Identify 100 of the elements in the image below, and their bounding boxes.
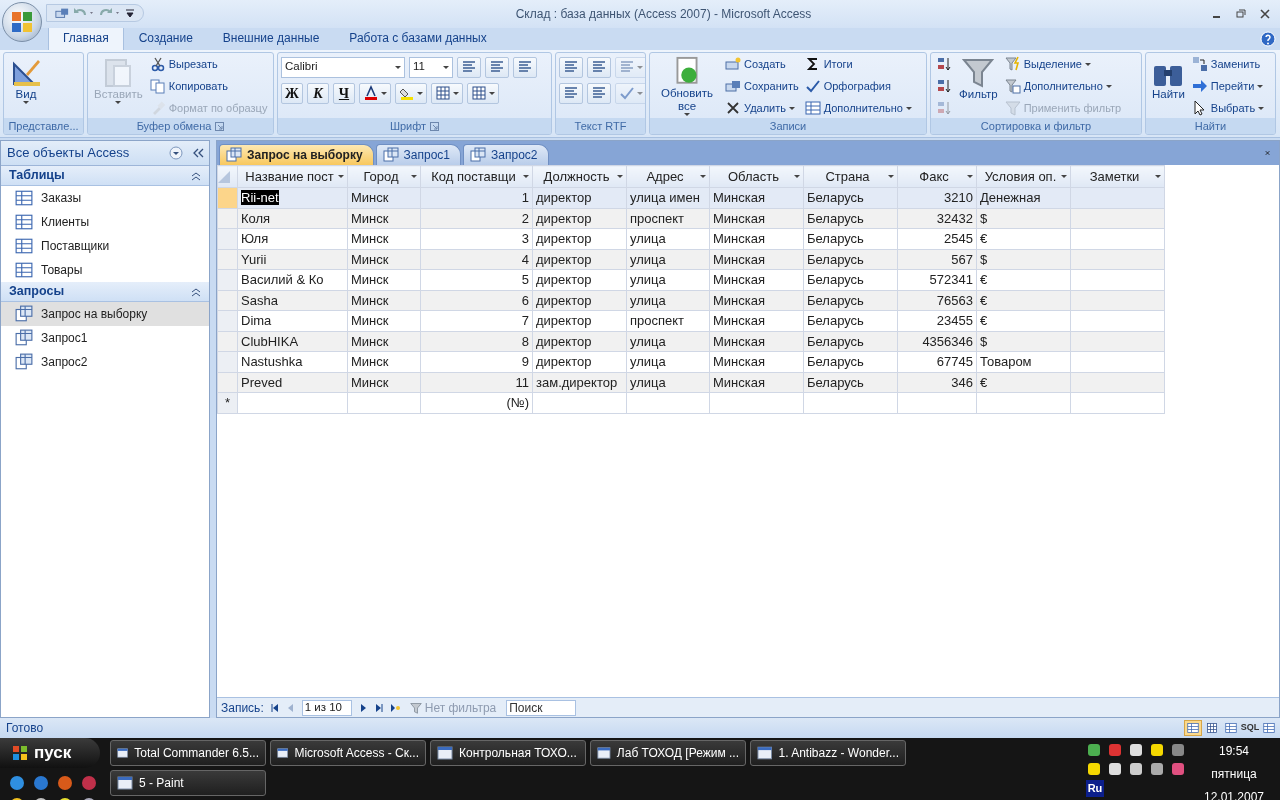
window-icon [597, 745, 611, 761]
taskbar-button[interactable]: Total Commander 6.5... [110, 740, 266, 766]
column-header[interactable]: Область [709, 165, 804, 188]
app-icon[interactable] [32, 774, 50, 792]
ribbon-button[interactable]: Итоги [802, 54, 914, 74]
navigation-item[interactable]: Запрос на выборку [1, 302, 209, 326]
ribbon-button[interactable]: Перейти [1189, 76, 1267, 96]
column-header[interactable]: Факс [897, 165, 977, 188]
document-tab[interactable]: Запрос1 [375, 144, 462, 165]
view-button[interactable] [1260, 720, 1278, 736]
launcher-icon[interactable] [215, 121, 225, 131]
taskbar-button[interactable]: 1. Antibazz - Wonder... [750, 740, 906, 766]
first-record-icon[interactable] [269, 702, 280, 713]
column-header[interactable]: Должность [532, 165, 627, 188]
view-button[interactable] [1222, 720, 1240, 736]
record-position-field[interactable]: 1 из 10 [301, 699, 352, 716]
caret-icon [700, 175, 706, 178]
caret-icon [794, 175, 800, 178]
format-button[interactable] [395, 82, 427, 104]
document-tab[interactable]: Запрос на выборку [219, 144, 374, 165]
search-field[interactable]: Поиск [506, 699, 577, 716]
navigation-item[interactable]: Клиенты [1, 210, 209, 234]
tray-icon[interactable] [1149, 761, 1165, 777]
tray-icon[interactable] [1107, 761, 1123, 777]
chevron-icon [191, 170, 201, 181]
italic-button[interactable]: К [307, 82, 329, 104]
close-icon[interactable] [1260, 9, 1270, 19]
ribbon-tab[interactable]: Работа с базами данных [334, 25, 502, 50]
taskbar-button[interactable]: 5 - Paint [110, 770, 266, 796]
ribbon-button[interactable]: Фильтр [956, 54, 1001, 118]
column-header[interactable]: Условия оп. [976, 165, 1071, 188]
ribbon-button[interactable]: Дополнительно [802, 98, 914, 118]
help-icon[interactable] [1260, 31, 1276, 47]
format-button[interactable] [467, 82, 499, 104]
ribbon-button[interactable]: Найти [1149, 54, 1188, 118]
ribbon-button[interactable]: Сохранить [723, 76, 801, 96]
new-record-icon[interactable] [389, 702, 400, 713]
navigation-item[interactable]: Поставщики [1, 234, 209, 258]
language-indicator[interactable]: Ru [1086, 780, 1104, 797]
section-header[interactable]: Запросы [1, 282, 209, 302]
format-button[interactable] [359, 82, 391, 104]
navigation-item[interactable]: Запрос2 [1, 350, 209, 374]
ribbon-button[interactable]: Выделение [1002, 54, 1124, 74]
column-header[interactable]: Код поставщи [420, 165, 533, 188]
launcher-icon[interactable] [430, 121, 440, 131]
grid-icon [435, 85, 451, 101]
office-button[interactable] [2, 2, 42, 42]
view-button[interactable] [1184, 720, 1202, 736]
font-combo[interactable]: Calibri [281, 56, 405, 78]
navigation-item[interactable]: Заказы [1, 186, 209, 210]
column-header[interactable]: Заметки [1070, 165, 1165, 188]
app-icon[interactable] [80, 774, 98, 792]
collapse-icon[interactable] [191, 147, 205, 159]
ribbon-tab[interactable]: Создание [123, 25, 208, 50]
app-icon[interactable] [8, 774, 26, 792]
section-header[interactable]: Таблицы [1, 166, 209, 186]
ribbon-button[interactable]: Заменить [1189, 54, 1267, 74]
ribbon-button[interactable]: Орфография [802, 76, 914, 96]
navigation-item[interactable]: Товары [1, 258, 209, 282]
document-tab[interactable]: Запрос2 [463, 144, 549, 165]
taskbar-button[interactable]: Лаб ТОХОД [Режим ... [590, 740, 746, 766]
column-header[interactable]: Страна [803, 165, 898, 188]
ribbon-button[interactable]: Создать [723, 54, 801, 74]
ribbon-button[interactable]: Удалить [723, 98, 801, 118]
view-button[interactable]: SQL [1241, 720, 1259, 736]
taskbar-button[interactable]: Контрольная ТОХО... [430, 740, 586, 766]
underline-button[interactable]: Ч [333, 82, 355, 104]
group-label: Шрифт [389, 119, 427, 134]
taskbar-button[interactable]: Microsoft Access - Ск... [270, 740, 426, 766]
ribbon-tab[interactable]: Внешние данные [207, 25, 335, 50]
column-header[interactable]: Адрес [626, 165, 710, 188]
app-icon[interactable] [56, 774, 74, 792]
ribbon-button[interactable]: Вид [7, 54, 45, 118]
table-cell: 23455 [897, 310, 977, 331]
font-combo[interactable]: 11 [409, 56, 453, 78]
tray-icon[interactable] [1086, 761, 1102, 777]
ribbon-button[interactable]: Копировать [147, 76, 270, 96]
column-header[interactable]: Город [347, 165, 421, 188]
scissors-icon [149, 56, 166, 72]
restore-icon[interactable] [1236, 9, 1246, 19]
ribbon-button[interactable]: Обновить все [653, 54, 721, 118]
dropdown-icon[interactable] [169, 146, 183, 160]
save-record-icon [725, 78, 741, 94]
ribbon-button[interactable]: Выбрать [1189, 98, 1267, 118]
tray-icon[interactable] [1149, 742, 1165, 758]
new-row-marker: * [217, 392, 238, 413]
grid-icon [1206, 722, 1218, 734]
ribbon-button[interactable]: Вырезать [147, 54, 270, 74]
column-header[interactable]: Название пост [237, 165, 348, 188]
save-icon[interactable] [55, 6, 69, 20]
customize-icon[interactable] [125, 7, 135, 19]
navigation-item[interactable]: Запрос1 [1, 326, 209, 350]
last-record-icon[interactable] [373, 702, 384, 713]
format-button[interactable] [431, 82, 463, 104]
ribbon-button[interactable]: Дополнительно [1002, 76, 1124, 96]
tray-icon[interactable] [1128, 742, 1144, 758]
tray-icon[interactable] [1086, 742, 1102, 758]
start-button[interactable]: пуск [0, 738, 100, 768]
tray-icon[interactable] [1128, 761, 1144, 777]
bold-button[interactable]: Ж [281, 82, 303, 104]
